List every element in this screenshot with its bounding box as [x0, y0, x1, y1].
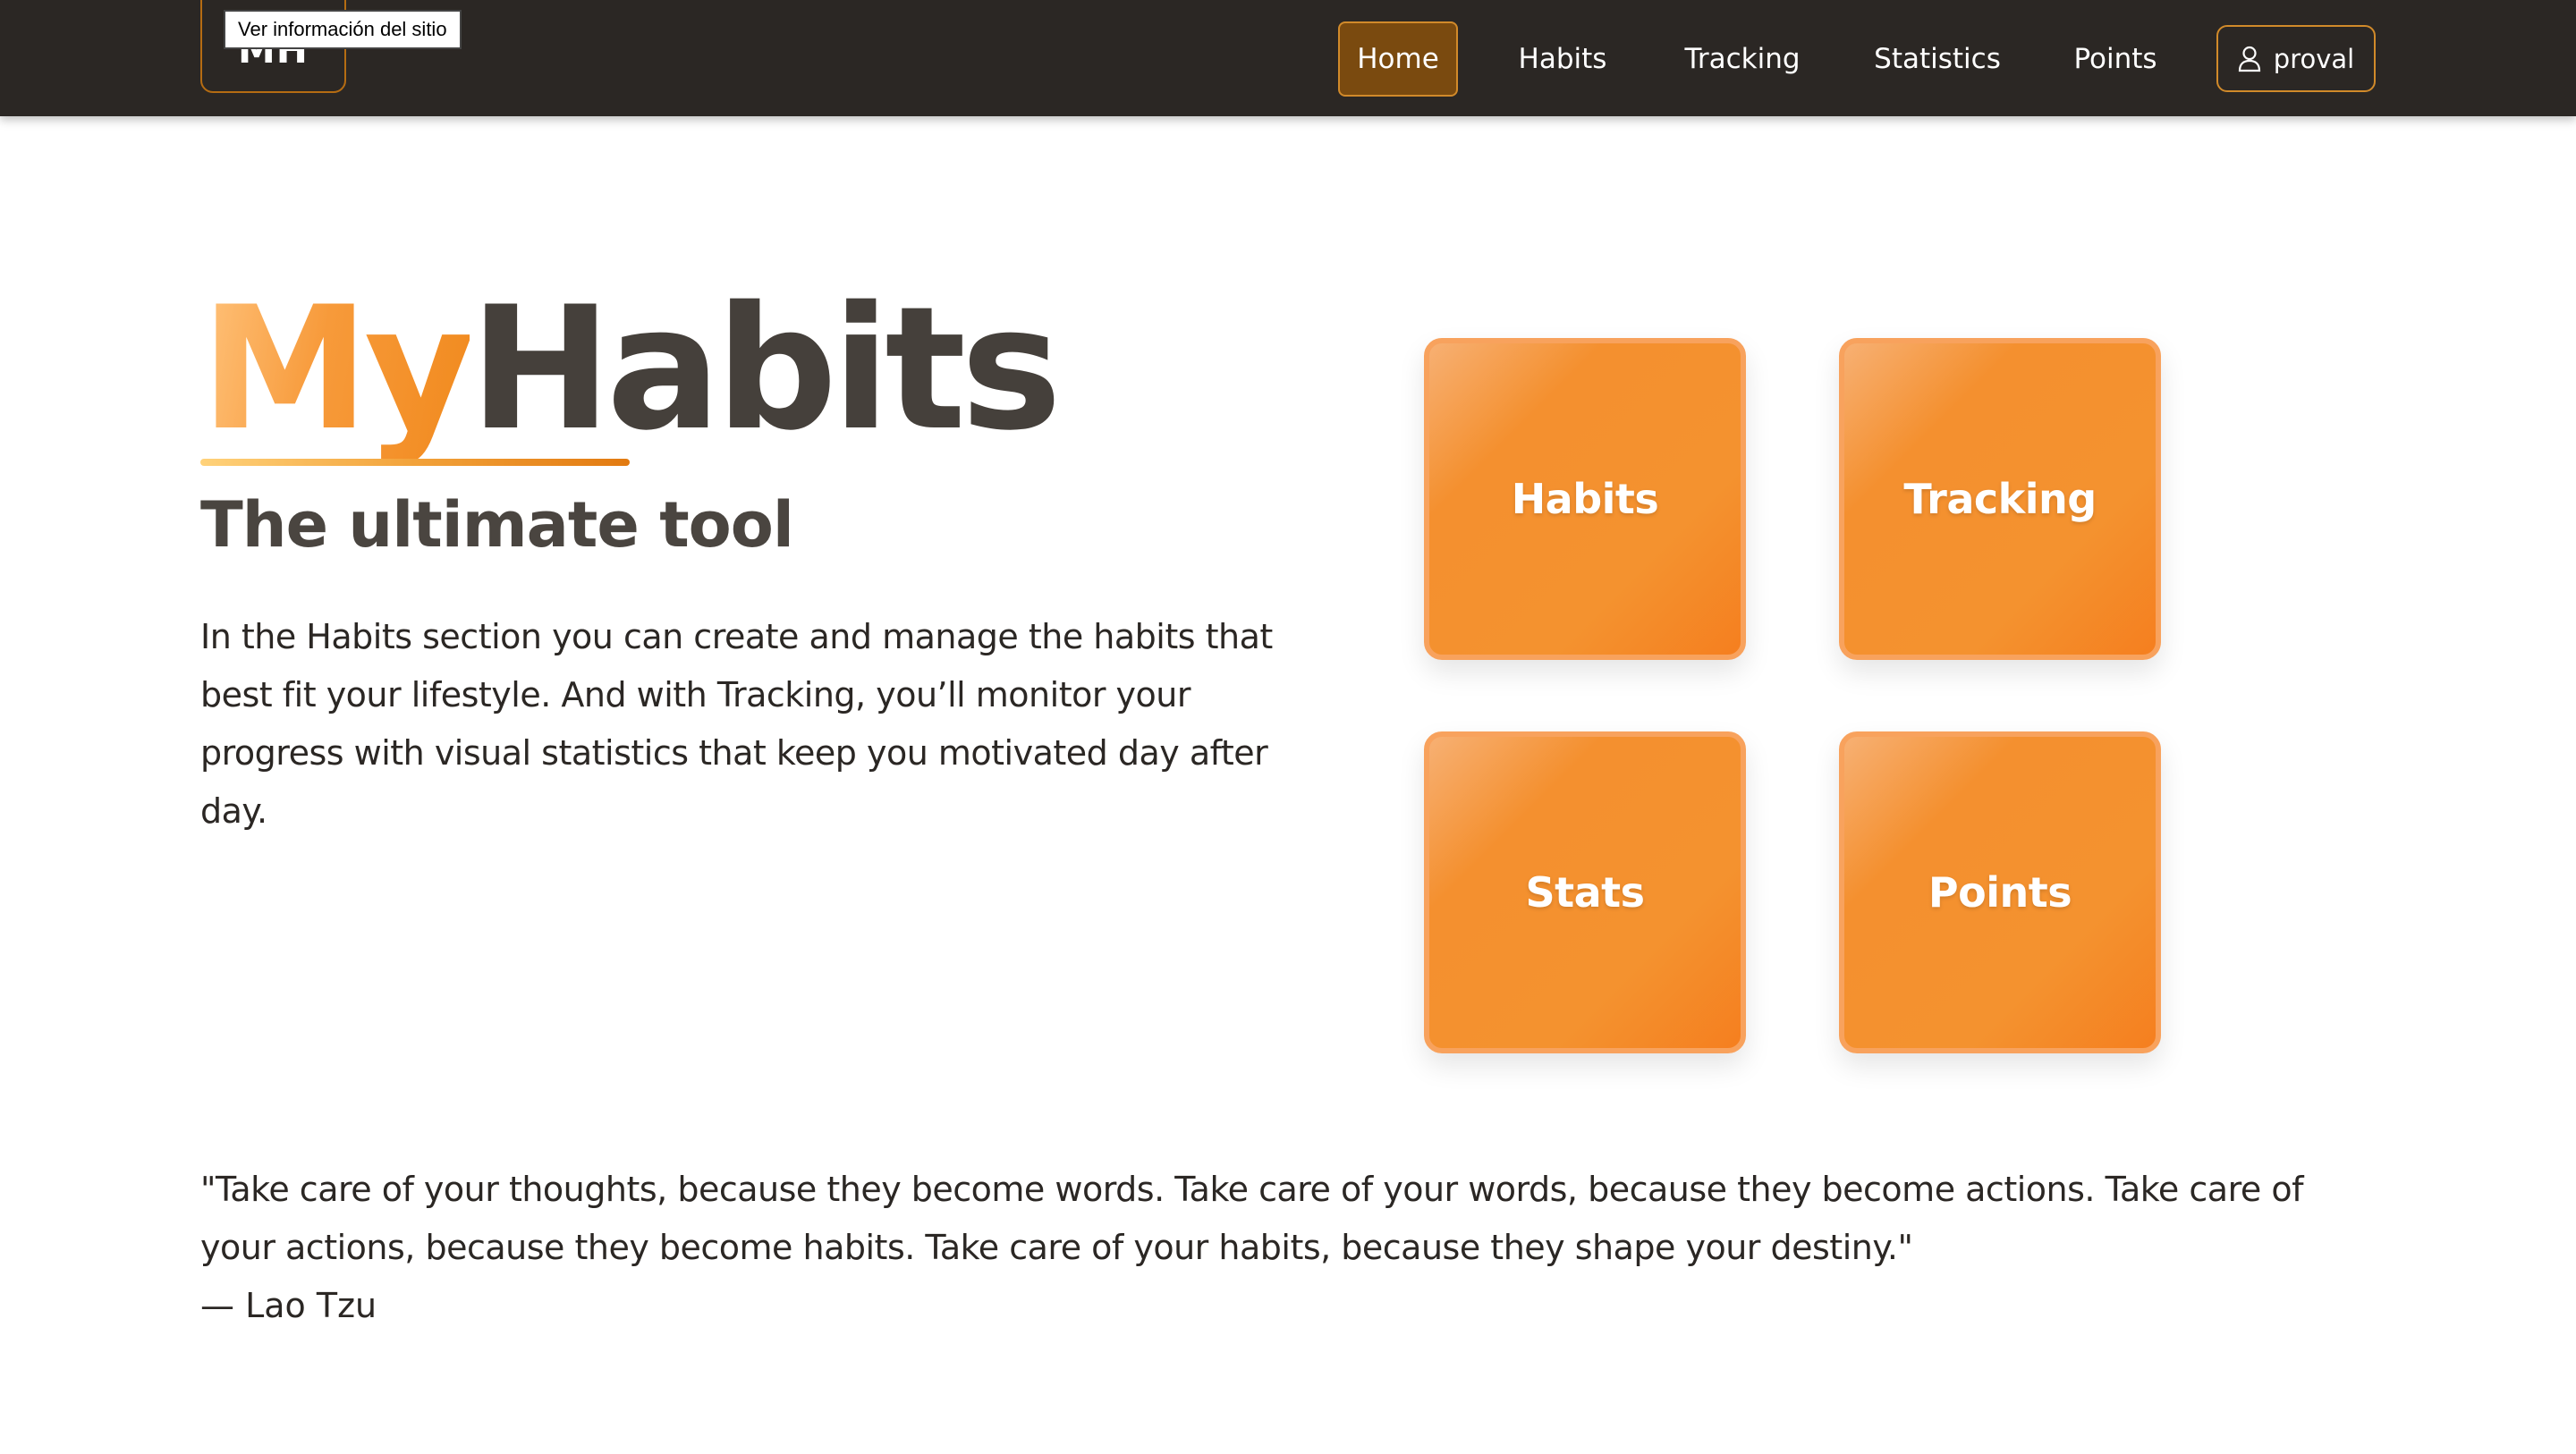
nav-home[interactable]: Home	[1338, 21, 1458, 97]
nav-points[interactable]: Points	[2066, 21, 2165, 97]
brand-title: MyHabits	[200, 284, 1062, 454]
tile-label: Tracking	[1903, 475, 2097, 523]
user-menu-button[interactable]: proval	[2216, 25, 2376, 92]
navbar: MH Ver información del sitio Home Habits…	[0, 0, 2576, 116]
tile-habits[interactable]: Habits	[1424, 338, 1746, 660]
nav-tracking[interactable]: Tracking	[1678, 21, 1807, 97]
tile-label: Habits	[1511, 475, 1659, 523]
hero-subtitle: The ultimate tool	[200, 488, 794, 562]
quote-text: "Take care of your thoughts, because the…	[200, 1170, 2303, 1267]
brand-underline	[200, 459, 630, 466]
hero-description: In the Habits section you can create and…	[200, 617, 1273, 831]
brand-habits: Habits	[469, 270, 1062, 468]
quote-author: — Lao Tzu	[200, 1286, 377, 1325]
main-nav: Home Habits Tracking Statistics Points	[0, 0, 2576, 116]
brand-my: My	[200, 270, 475, 468]
user-name: proval	[2273, 43, 2355, 74]
tile-tracking[interactable]: Tracking	[1839, 338, 2161, 660]
tile-points[interactable]: Points	[1839, 731, 2161, 1053]
nav-statistics[interactable]: Statistics	[1869, 21, 2005, 97]
tile-label: Stats	[1525, 868, 1645, 917]
nav-habits[interactable]: Habits	[1504, 21, 1621, 97]
user-icon	[2238, 46, 2261, 72]
tile-stats[interactable]: Stats	[1424, 731, 1746, 1053]
tile-label: Points	[1928, 868, 2072, 917]
